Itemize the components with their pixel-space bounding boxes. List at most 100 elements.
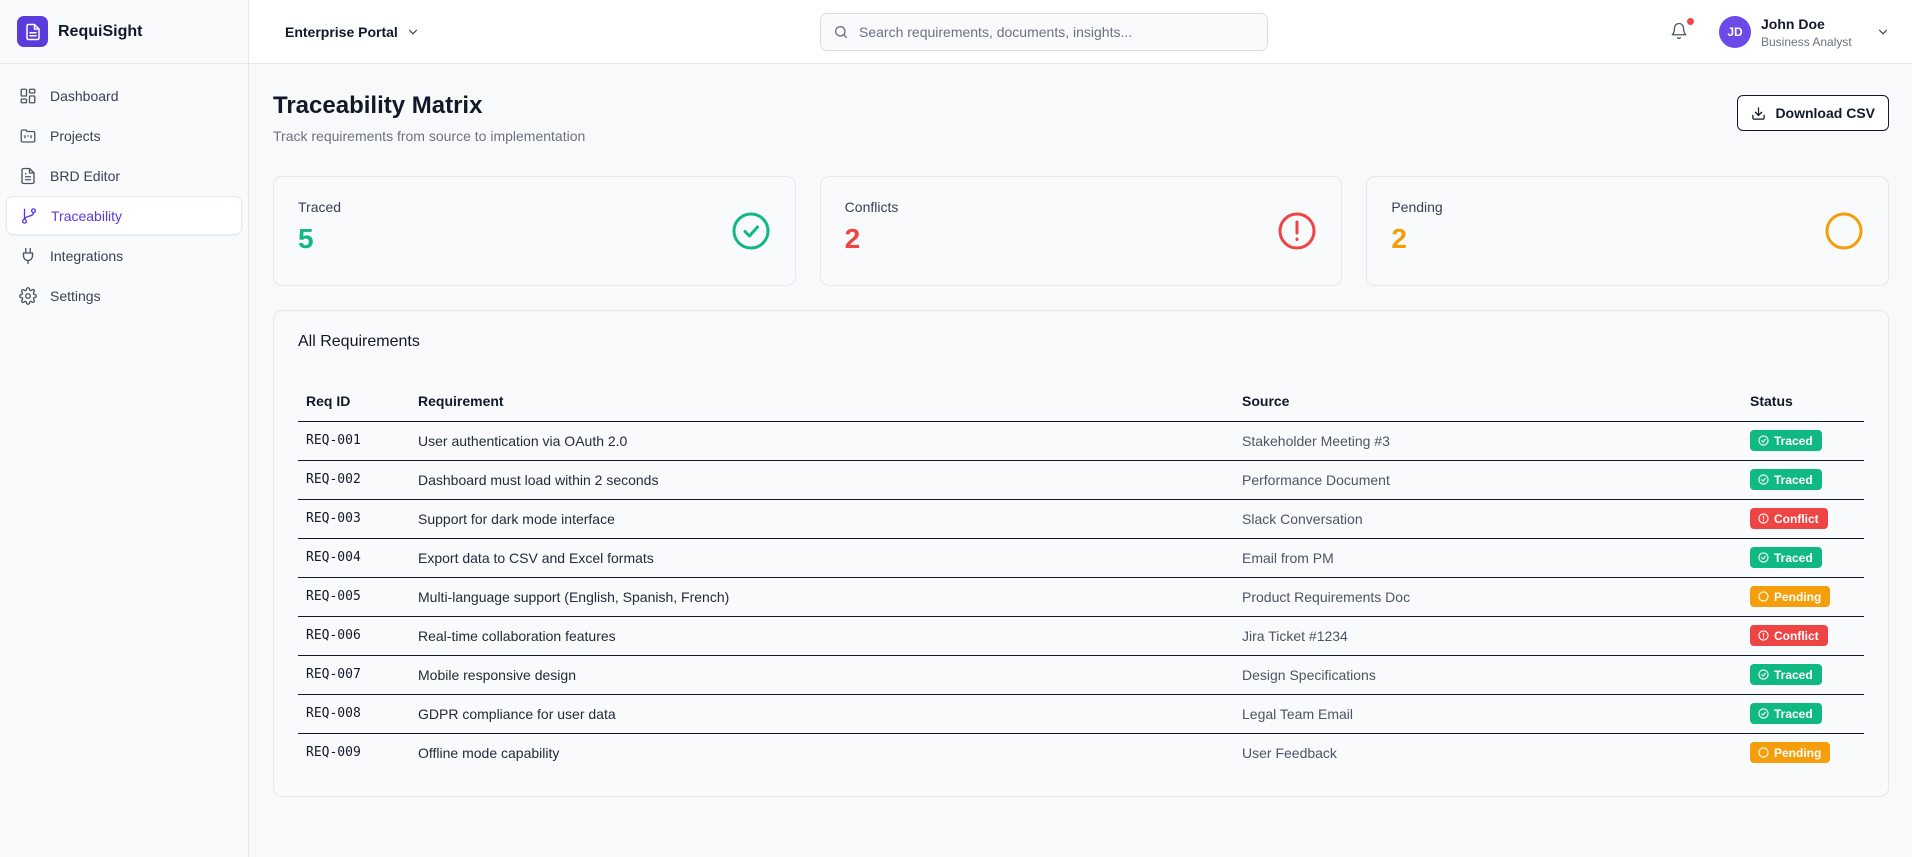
sidebar-item-label: Integrations <box>50 247 124 264</box>
column-header-requirement: Requirement <box>410 381 1234 422</box>
check-circle-icon <box>1758 474 1769 485</box>
cell-status: Pending <box>1742 733 1864 772</box>
cell-req-id: REQ-006 <box>298 616 410 656</box>
cell-status: Traced <box>1742 694 1864 734</box>
status-badge: Traced <box>1750 703 1822 724</box>
cell-status: Traced <box>1742 460 1864 500</box>
stat-value: 2 <box>844 223 861 254</box>
stat-label: Conflicts <box>844 199 899 215</box>
column-header-status: Status <box>1742 381 1864 422</box>
sidebar-item-brd-editor[interactable]: BRD Editor <box>6 156 242 195</box>
download-label: Download CSV <box>1775 105 1875 121</box>
stat-value: 5 <box>298 223 314 254</box>
page-header: Traceability Matrix Track requirements f… <box>273 90 1889 176</box>
status-label: Pending <box>1774 589 1822 604</box>
user-info: John Doe Business Analyst <box>1761 16 1852 49</box>
circle-icon <box>1758 747 1769 758</box>
sidebar-item-label: Dashboard <box>50 87 119 104</box>
portal-label: Enterprise Portal <box>285 24 398 40</box>
user-menu[interactable]: JD John Doe Business Analyst <box>1719 0 1890 64</box>
table-row[interactable]: REQ-001 User authentication via OAuth 2.0… <box>298 421 1864 461</box>
cell-source: Performance Document <box>1234 460 1742 500</box>
folder-icon <box>18 126 38 146</box>
circle-icon <box>1758 591 1769 602</box>
avatar: JD <box>1719 16 1751 48</box>
stat-card-conflicts: Conflicts 2 <box>819 176 1343 286</box>
cell-source: Email from PM <box>1234 538 1742 578</box>
stat-card-pending: Pending 2 <box>1366 176 1890 286</box>
portal-selector[interactable]: Enterprise Portal <box>285 0 420 64</box>
cell-requirement: Support for dark mode interface <box>410 499 1234 539</box>
page-content: Traceability Matrix Track requirements f… <box>249 64 1912 797</box>
app-root: RequiSight Dashboard Projects BRD Editor <box>0 0 1912 857</box>
table-row[interactable]: REQ-007 Mobile responsive design Design Sp… <box>298 655 1864 695</box>
column-header-source: Source <box>1234 381 1742 422</box>
check-circle-icon <box>732 212 770 250</box>
table-row[interactable]: REQ-005 Multi-language support (English, … <box>298 577 1864 617</box>
circle-icon <box>1825 212 1863 250</box>
notifications-button[interactable] <box>1670 18 1694 42</box>
brand[interactable]: RequiSight <box>0 0 248 64</box>
cell-status: Traced <box>1742 538 1864 578</box>
alert-circle-icon <box>1758 513 1769 524</box>
table-row[interactable]: REQ-002 Dashboard must load within 2 seco… <box>298 460 1864 500</box>
topbar: Enterprise Portal JD John Doe Business A… <box>249 0 1912 64</box>
chevron-down-icon <box>408 29 417 35</box>
stat-card-traced: Traced 5 <box>273 176 796 286</box>
cell-req-id: REQ-007 <box>298 655 410 695</box>
cell-req-id: REQ-005 <box>298 577 410 617</box>
cell-source: Stakeholder Meeting #3 <box>1234 421 1742 461</box>
table-row[interactable]: REQ-004 Export data to CSV and Excel form… <box>298 538 1864 578</box>
table-row[interactable]: REQ-003 Support for dark mode interface Sl… <box>298 499 1864 539</box>
sidebar-item-integrations[interactable]: Integrations <box>6 236 242 275</box>
stat-label: Pending <box>1391 199 1443 215</box>
sidebar-item-traceability[interactable]: Traceability <box>6 196 242 235</box>
requirements-card: All Requirements Req ID Requirement Sour… <box>273 310 1889 797</box>
status-label: Conflict <box>1774 511 1819 526</box>
cell-req-id: REQ-004 <box>298 538 410 578</box>
sidebar-item-label: Traceability <box>51 207 123 224</box>
alert-circle-icon <box>1758 630 1769 641</box>
bell-icon <box>1671 22 1687 40</box>
stats-row: Traced 5 Conflicts 2 Pending 2 <box>273 176 1890 286</box>
cell-source: Product Requirements Doc <box>1234 577 1742 617</box>
sidebar-nav: Dashboard Projects BRD Editor Traceabili… <box>0 64 248 328</box>
status-badge: Conflict <box>1750 625 1828 646</box>
table-row[interactable]: REQ-009 Offline mode capability User Feedb… <box>298 733 1864 772</box>
cell-source: User Feedback <box>1242 744 1337 761</box>
main-area: Enterprise Portal JD John Doe Business A… <box>249 0 1912 857</box>
sidebar-item-projects[interactable]: Projects <box>6 116 242 155</box>
status-badge: Pending <box>1750 586 1831 607</box>
cell-req-id: REQ-002 <box>298 460 410 500</box>
check-circle-icon <box>1758 669 1769 680</box>
notification-dot <box>1687 18 1694 25</box>
cell-req-id: REQ-008 <box>298 694 410 734</box>
download-csv-button[interactable]: Download CSV <box>1737 95 1889 131</box>
status-label: Conflict <box>1774 628 1819 643</box>
cell-requirement: GDPR compliance for user data <box>410 694 1234 734</box>
sidebar-item-settings[interactable]: Settings <box>6 276 242 315</box>
table-row[interactable]: REQ-006 Real-time collaboration features J… <box>298 616 1864 656</box>
alert-circle-icon <box>1278 212 1316 250</box>
check-circle-icon <box>1758 552 1769 563</box>
sidebar-item-label: BRD Editor <box>50 167 121 184</box>
status-badge: Traced <box>1750 430 1822 451</box>
gear-icon <box>18 286 38 306</box>
table-row[interactable]: REQ-008 GDPR compliance for user data Lega… <box>298 694 1864 734</box>
cell-status: Conflict <box>1742 499 1864 539</box>
cell-req-id: REQ-009 <box>306 745 361 761</box>
sidebar-item-label: Settings <box>50 287 101 304</box>
brand-name: RequiSight <box>58 22 143 40</box>
status-label: Traced <box>1774 472 1813 487</box>
check-circle-icon <box>1758 708 1769 719</box>
cell-requirement: Real-time collaboration features <box>410 616 1234 656</box>
user-role: Business Analyst <box>1761 34 1852 49</box>
status-badge: Traced <box>1750 547 1822 568</box>
check-circle-icon <box>1758 435 1769 446</box>
cell-status: Traced <box>1742 421 1864 461</box>
cell-source: Legal Team Email <box>1234 694 1742 734</box>
cell-status: Traced <box>1742 655 1864 695</box>
search-input[interactable] <box>859 24 1249 40</box>
sidebar-item-dashboard[interactable]: Dashboard <box>6 76 242 115</box>
status-badge: Pending <box>1750 742 1831 764</box>
